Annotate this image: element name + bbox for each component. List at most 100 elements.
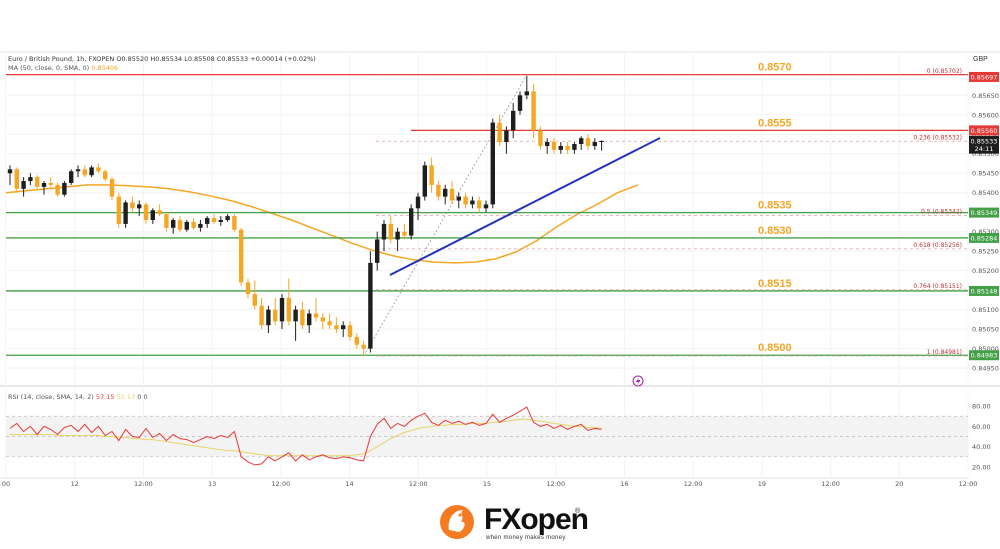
candle-body <box>143 204 149 220</box>
candle-body <box>171 220 176 228</box>
fib-label: 0.5 (0.85342) <box>921 208 962 215</box>
price-chart[interactable]: 0.8570 0.8555 0.8535 0.8530 0.8515 0.8500 0 (… <box>0 0 1000 549</box>
price-tick-label: 0.85450 <box>972 170 999 178</box>
candle-body <box>327 321 332 326</box>
candle-body <box>225 216 230 220</box>
rsi-tick-label: 20.00 <box>972 463 991 471</box>
time-tick-label: 15 <box>483 480 491 488</box>
candle-body <box>592 142 597 146</box>
candle-body <box>497 122 502 143</box>
candle-body <box>381 223 387 240</box>
candle-body <box>354 336 359 345</box>
price-tag-label: 0.85284 <box>971 234 998 242</box>
candle-body <box>409 208 414 236</box>
time-tick-label: 12:00 <box>821 480 840 488</box>
price-tick-label: 0.85400 <box>972 189 999 197</box>
candle-body <box>517 95 523 111</box>
candle-body <box>157 210 162 215</box>
candle-body <box>137 204 142 209</box>
rsi-legend-label: RSI (14, close, SMA, 14, 2) <box>8 393 94 401</box>
candle-body <box>177 220 183 230</box>
time-tick-label: 12:00 <box>134 480 153 488</box>
candle-body <box>245 282 251 295</box>
time-tick-label: 00 <box>2 480 10 488</box>
time-tick-label: 12:00 <box>959 480 978 488</box>
price-tick-label: 0.85650 <box>972 92 999 100</box>
candle-body <box>551 142 557 150</box>
candle-body <box>14 169 19 189</box>
candle-body <box>477 200 482 209</box>
candle-body <box>211 218 217 222</box>
candle-body <box>579 138 584 144</box>
level-label-0-8500: 0.8500 <box>758 342 792 354</box>
candle-body <box>273 309 278 322</box>
level-label-0-8535: 0.8535 <box>758 200 792 212</box>
candle-body <box>545 142 550 146</box>
candle-body <box>558 145 563 150</box>
candle-body <box>103 171 108 180</box>
candle-body <box>572 144 577 150</box>
candle-body <box>375 239 380 263</box>
candle-body <box>538 130 543 146</box>
candle-body <box>388 223 393 240</box>
time-tick-label: 13 <box>208 480 216 488</box>
price-tag-label: 0.85560 <box>971 127 998 135</box>
candle-body <box>232 216 237 230</box>
ma-legend: MA (50, close, 0, SMA, 0) 0.85406 <box>8 64 118 72</box>
candle-body <box>198 223 203 228</box>
candle-body <box>55 184 60 195</box>
price-tick-label: 0.85100 <box>972 306 999 314</box>
candle-body <box>164 214 169 228</box>
ma-legend-label: MA (50, close, 0, SMA, 0) <box>8 64 90 72</box>
candle-body <box>313 313 319 318</box>
candle-body <box>109 179 115 197</box>
candle-body <box>28 177 33 182</box>
candle-body <box>82 169 87 176</box>
price-tag-label: 0.85148 <box>971 287 998 295</box>
candle-body <box>307 313 312 326</box>
brand-name: FXopen <box>484 503 589 536</box>
level-label-0-8570: 0.8570 <box>758 62 792 74</box>
candle-body <box>456 196 461 201</box>
price-tick-label: 0.85250 <box>972 248 999 256</box>
candle-body <box>585 138 591 146</box>
price-tick-label: 0.85600 <box>972 111 999 119</box>
candle-body <box>35 177 40 187</box>
candle-body <box>205 218 210 224</box>
level-label-0-8530: 0.8530 <box>758 225 792 237</box>
candle-body <box>123 202 128 224</box>
candle-body <box>443 188 448 197</box>
candle-body <box>402 231 407 236</box>
rsi-value: 57.15 <box>95 393 115 401</box>
time-tick-label: 12 <box>71 480 79 488</box>
fib-label: 0.236 (0.85532) <box>913 134 962 141</box>
price-tick-label: 0.85050 <box>972 326 999 334</box>
time-tick-label: 12:00 <box>409 480 428 488</box>
symbol-ohlc-legend: Euro / British Pound, 1h, FXOPEN O0.8552… <box>8 55 316 63</box>
candle-body <box>511 110 516 131</box>
candle-body <box>150 210 155 220</box>
candle-body <box>565 145 570 150</box>
time-tick-label: 12:00 <box>546 480 565 488</box>
candle-body <box>415 196 421 209</box>
level-label-0-8555: 0.8555 <box>758 117 792 129</box>
rsi-tick-label: 60.00 <box>972 423 991 431</box>
candle-body <box>422 165 427 197</box>
candle-body <box>470 200 475 205</box>
time-tick-label: 14 <box>345 480 353 488</box>
time-tick-label: 19 <box>758 480 766 488</box>
price-tag-label: 0.85697 <box>971 73 998 81</box>
time-tick-label: 20 <box>895 480 903 488</box>
candle-body <box>347 325 353 337</box>
candle-body <box>279 297 285 322</box>
fib-label: 1 (0.84981) <box>927 349 962 356</box>
trendline <box>389 137 661 276</box>
candle-body <box>218 220 223 222</box>
candle-body <box>239 229 244 283</box>
candle-body <box>341 325 346 330</box>
brand-reg-mark: ® <box>575 508 581 515</box>
candle-body <box>69 171 74 183</box>
fib-label: 0.618 (0.85256) <box>913 242 962 249</box>
candle-body <box>361 344 366 349</box>
candle-body <box>184 221 189 230</box>
